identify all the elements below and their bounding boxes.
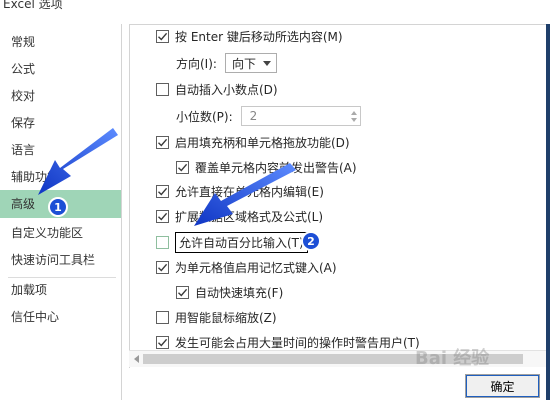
checkmark-icon bbox=[158, 187, 168, 196]
spin-down-icon[interactable] bbox=[350, 118, 357, 122]
option-autocomplete[interactable]: 为单元格值启用记忆式键入(A) bbox=[156, 256, 337, 278]
direction-row: 方向(I): 向下 bbox=[176, 52, 277, 74]
option-edit-in-cell[interactable]: 允许直接在单元格内编辑(E) bbox=[156, 180, 324, 202]
window-title: Excel 选项 bbox=[3, 0, 63, 11]
checkbox-flash-fill[interactable] bbox=[176, 285, 189, 299]
option-label: 启用填充柄和单元格拖放功能(D) bbox=[175, 135, 350, 150]
option-move-after-enter[interactable]: 按 Enter 键后移动所选内容(M) bbox=[156, 25, 343, 47]
checkmark-icon bbox=[178, 163, 188, 172]
chevron-down-icon bbox=[262, 61, 271, 66]
option-auto-decimal[interactable]: 自动插入小数点(D) bbox=[156, 78, 278, 100]
checkbox-fill-handle[interactable] bbox=[156, 135, 169, 149]
option-label: 允许自动百分比输入(T) bbox=[175, 231, 308, 253]
places-row: 小位数(P): 2 bbox=[176, 105, 361, 127]
options-sidebar: 常规 公式 校对 保存 语言 辅助功能 高级 自定义功能区 快速访问工具栏 加载… bbox=[0, 24, 122, 400]
sidebar-item-save[interactable]: 保存 bbox=[0, 109, 121, 137]
sidebar-item-language[interactable]: 语言 bbox=[0, 136, 121, 164]
checkbox-edit-in-cell[interactable] bbox=[156, 184, 169, 198]
checkbox-slow-op-alert[interactable] bbox=[156, 335, 169, 349]
sidebar-item-quick-access-toolbar[interactable]: 快速访问工具栏 bbox=[0, 246, 121, 274]
option-fill-handle[interactable]: 启用填充柄和单元格拖放功能(D) bbox=[156, 131, 350, 153]
sidebar-item-customize-ribbon[interactable]: 自定义功能区 bbox=[0, 219, 121, 247]
direction-dropdown[interactable]: 向下 bbox=[224, 53, 277, 73]
window-edge bbox=[546, 24, 550, 400]
direction-value: 向下 bbox=[231, 56, 256, 71]
option-overwrite-alert[interactable]: 覆盖单元格内容前发出警告(A) bbox=[176, 156, 357, 178]
checkbox-overwrite-alert[interactable] bbox=[176, 160, 189, 174]
checkmark-icon bbox=[158, 263, 168, 272]
option-label: 允许直接在单元格内编辑(E) bbox=[175, 184, 324, 199]
checkmark-icon bbox=[158, 138, 168, 147]
option-extend-formats[interactable]: 扩展数据区域格式及公式(L) bbox=[156, 205, 323, 227]
option-label: 用智能鼠标缩放(Z) bbox=[175, 310, 277, 325]
places-value: 2 bbox=[249, 109, 258, 123]
sidebar-item-trust-center[interactable]: 信任中心 bbox=[0, 303, 121, 331]
checkmark-icon bbox=[178, 288, 188, 297]
checkmark-icon bbox=[158, 338, 168, 347]
option-label: 扩展数据区域格式及公式(L) bbox=[175, 209, 324, 224]
checkbox-extend-formats[interactable] bbox=[156, 209, 169, 223]
checkbox-auto-decimal[interactable] bbox=[156, 82, 169, 96]
checkbox-auto-percent[interactable] bbox=[156, 235, 169, 249]
option-flash-fill[interactable]: 自动快速填充(F) bbox=[176, 281, 283, 303]
places-spinner[interactable]: 2 bbox=[240, 106, 361, 126]
sidebar-item-proofing[interactable]: 校对 bbox=[0, 82, 121, 110]
scroll-left-icon[interactable] bbox=[134, 355, 139, 363]
option-intellimouse-zoom[interactable]: 用智能鼠标缩放(Z) bbox=[156, 306, 277, 328]
watermark: Bai 经验 bbox=[415, 348, 490, 369]
checkmark-icon bbox=[158, 32, 168, 41]
places-label: 小位数(P): bbox=[176, 109, 233, 124]
option-label: 自动快速填充(F) bbox=[195, 285, 284, 300]
sidebar-item-add-ins[interactable]: 加载项 bbox=[0, 276, 121, 304]
spin-up-icon[interactable] bbox=[350, 111, 357, 115]
option-label: 自动插入小数点(D) bbox=[175, 82, 278, 97]
advanced-options-panel: 按 Enter 键后移动所选内容(M) 方向(I): 向下 自动插入小数点(D)… bbox=[129, 24, 550, 368]
option-label: 发生可能会占用大量时间的操作时警告用户(T) bbox=[175, 335, 420, 350]
checkbox-move-after-enter[interactable] bbox=[156, 29, 169, 43]
checkbox-intellimouse-zoom[interactable] bbox=[156, 310, 169, 324]
sidebar-item-accessibility[interactable]: 辅助功能 bbox=[0, 163, 121, 191]
ok-button[interactable]: 确定 bbox=[465, 374, 540, 398]
checkmark-icon bbox=[158, 212, 168, 221]
option-auto-percent[interactable]: 允许自动百分比输入(T) bbox=[156, 231, 308, 253]
sidebar-item-formulas[interactable]: 公式 bbox=[0, 55, 121, 83]
option-label: 按 Enter 键后移动所选内容(M) bbox=[175, 29, 343, 44]
direction-label: 方向(I): bbox=[176, 56, 217, 71]
sidebar-item-advanced[interactable]: 高级 bbox=[0, 190, 121, 218]
checkbox-autocomplete[interactable] bbox=[156, 260, 169, 274]
option-label: 覆盖单元格内容前发出警告(A) bbox=[195, 160, 357, 175]
sidebar-item-general[interactable]: 常规 bbox=[0, 28, 121, 56]
option-label: 为单元格值启用记忆式键入(A) bbox=[175, 260, 337, 275]
